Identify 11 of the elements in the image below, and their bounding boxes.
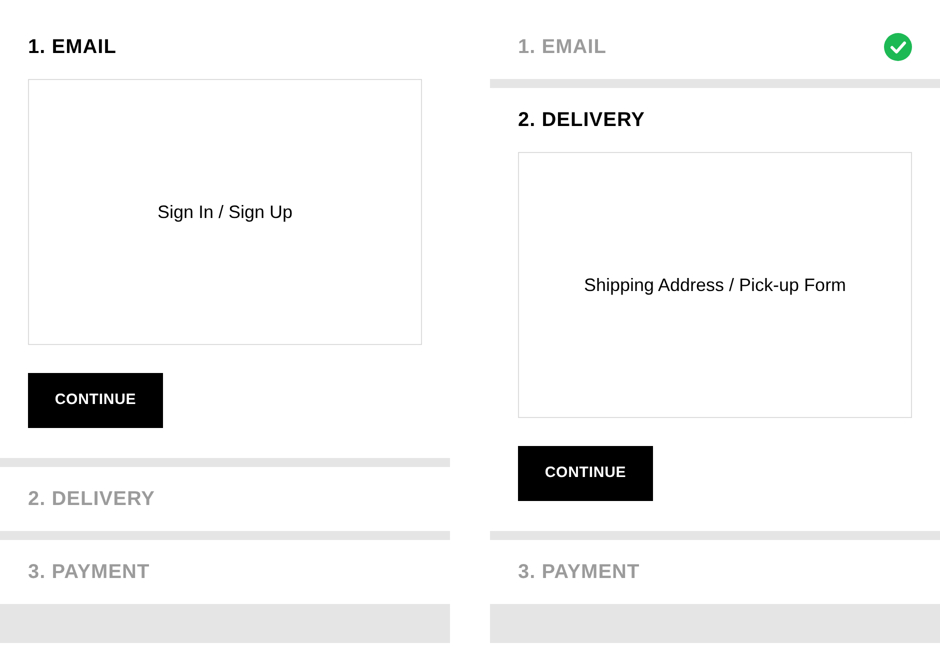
continue-button[interactable]: CONTINUE [28, 373, 163, 428]
checkmark-icon [884, 33, 912, 61]
step-title: 3. PAYMENT [28, 560, 150, 584]
step-title: 2. DELIVERY [518, 108, 646, 132]
continue-button[interactable]: CONTINUE [518, 446, 653, 501]
placeholder-text: Shipping Address / Pick-up Form [584, 274, 846, 297]
step-title: 1. EMAIL [518, 35, 606, 59]
step-title: 1. EMAIL [28, 35, 118, 59]
step-title: 2. DELIVERY [28, 487, 156, 511]
step-title: 3. PAYMENT [518, 560, 640, 584]
placeholder-text: Sign In / Sign Up [157, 200, 293, 224]
